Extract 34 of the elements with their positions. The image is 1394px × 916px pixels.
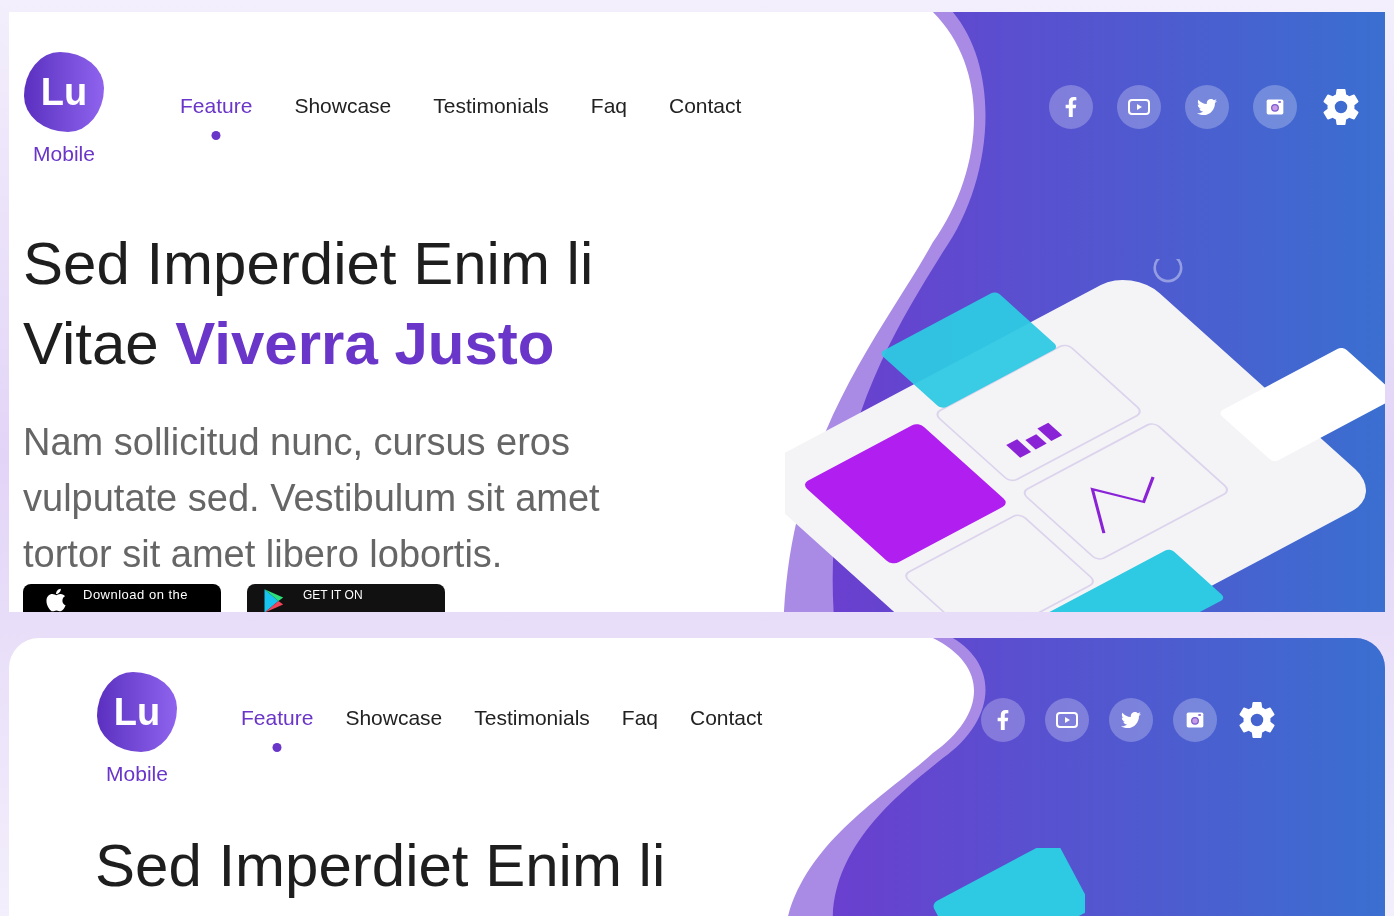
logo-mark: Lu: [113, 689, 161, 735]
twitter-button[interactable]: [1185, 85, 1229, 129]
nav-link[interactable]: Feature: [241, 702, 314, 752]
headline: Sed Imperdiet Enim li: [23, 228, 594, 299]
app-store-button[interactable]: Download on the: [23, 583, 221, 612]
nav-link[interactable]: Showcase: [345, 702, 443, 752]
settings-icon[interactable]: [1237, 700, 1277, 740]
description: Nam sollicitud nunc, cursus eros vulputate sed. Vestibulum sit amet tortor sit amet libero lobortis.: [23, 419, 601, 577]
logo-icon[interactable]: Lu: [97, 672, 177, 752]
nav-link[interactable]: Testimonials: [433, 90, 549, 140]
instagram-button[interactable]: [1173, 698, 1217, 742]
twitter-button[interactable]: [1109, 698, 1153, 742]
logo-name: Mobile: [106, 761, 168, 787]
bird-icon: [1121, 710, 1141, 730]
logo-mark: Lu: [40, 69, 88, 115]
video-button[interactable]: [1117, 85, 1161, 129]
nav-link[interactable]: Contact: [669, 90, 742, 140]
nav-link[interactable]: Showcase: [294, 90, 392, 140]
facebook-button[interactable]: [981, 698, 1025, 742]
settings-icon[interactable]: [1321, 87, 1361, 127]
google-play-button[interactable]: GET IT ON: [247, 583, 445, 612]
instagram-button[interactable]: [1253, 85, 1297, 129]
facebook-button[interactable]: [1049, 85, 1093, 129]
logo-name: Mobile: [33, 141, 95, 167]
nav-link[interactable]: Testimonials: [474, 702, 590, 752]
nav-link[interactable]: Faq: [621, 702, 658, 752]
nav-link[interactable]: Contact: [690, 702, 763, 752]
logo-icon[interactable]: Lu: [24, 52, 104, 132]
nav-link[interactable]: Feature: [180, 90, 253, 140]
nav-link[interactable]: Faq: [590, 90, 627, 140]
headline: Vitae Viverra Justo: [23, 308, 555, 379]
video-button[interactable]: [1045, 698, 1089, 742]
headline: Sed Imperdiet Enim li: [95, 830, 666, 901]
bird-icon: [1197, 97, 1217, 117]
